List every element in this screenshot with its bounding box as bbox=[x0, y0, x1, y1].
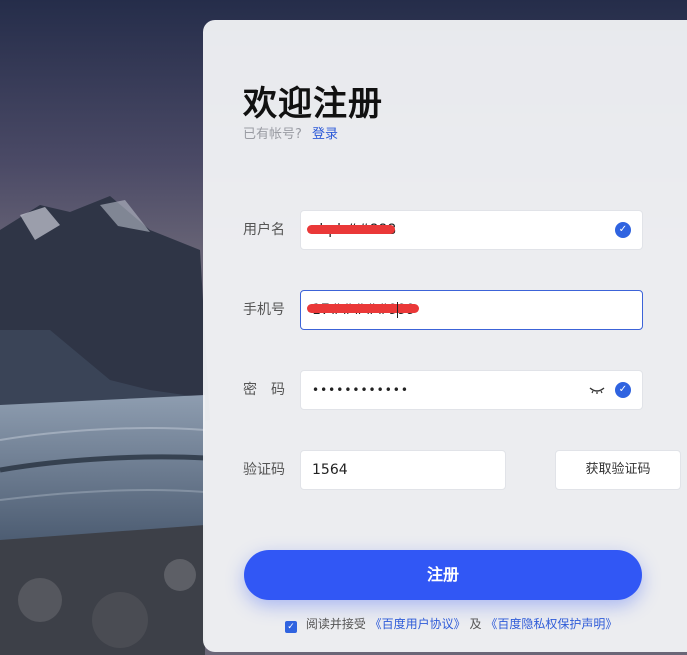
redaction-mark bbox=[307, 304, 419, 313]
phone-row: 手机号 17#####999 bbox=[243, 290, 643, 330]
has-account-text: 已有帐号? bbox=[243, 127, 302, 142]
check-circle-icon: ✓ bbox=[615, 382, 631, 398]
username-field[interactable]: zhpb##888 ✓ bbox=[300, 210, 643, 250]
login-link[interactable]: 登录 bbox=[312, 127, 338, 142]
phone-label: 手机号 bbox=[243, 302, 285, 318]
page-title: 欢迎注册 bbox=[243, 84, 383, 124]
text-caret bbox=[397, 302, 398, 318]
captcha-label: 验证码 bbox=[243, 462, 285, 478]
redaction-mark bbox=[307, 225, 395, 234]
username-row: 用户名 zhpb##888 ✓ bbox=[243, 210, 643, 250]
username-label: 用户名 bbox=[243, 222, 285, 238]
user-agreement-link[interactable]: 《百度用户协议》 bbox=[370, 617, 466, 631]
phone-field[interactable]: 17#####999 bbox=[300, 290, 643, 330]
captcha-value: 1564 bbox=[312, 462, 348, 478]
captcha-row: 验证码 1564 获取验证码 bbox=[243, 450, 683, 490]
agree-prefix: 阅读并接受 bbox=[305, 617, 366, 631]
password-value: •••••••••••• bbox=[312, 383, 409, 397]
captcha-field[interactable]: 1564 bbox=[300, 450, 506, 490]
register-card: 欢迎注册 已有帐号? 登录 用户名 zhpb##888 ✓ 手机号 17####… bbox=[203, 20, 687, 652]
eye-closed-icon[interactable] bbox=[588, 381, 606, 399]
login-prompt: 已有帐号? 登录 bbox=[243, 123, 338, 142]
check-circle-icon: ✓ bbox=[615, 222, 631, 238]
agree-and: 及 bbox=[469, 617, 482, 631]
privacy-policy-link[interactable]: 《百度隐私权保护声明》 bbox=[485, 617, 617, 631]
agreement: ✓ 阅读并接受 《百度用户协议》 及 《百度隐私权保护声明》 bbox=[285, 615, 617, 633]
password-row: 密 码 •••••••••••• ✓ bbox=[243, 370, 643, 410]
get-code-button[interactable]: 获取验证码 bbox=[555, 450, 681, 490]
register-button[interactable]: 注册 bbox=[244, 550, 642, 600]
password-label: 密 码 bbox=[243, 382, 285, 398]
agree-checkbox[interactable]: ✓ bbox=[285, 621, 297, 633]
password-field[interactable]: •••••••••••• ✓ bbox=[300, 370, 643, 410]
